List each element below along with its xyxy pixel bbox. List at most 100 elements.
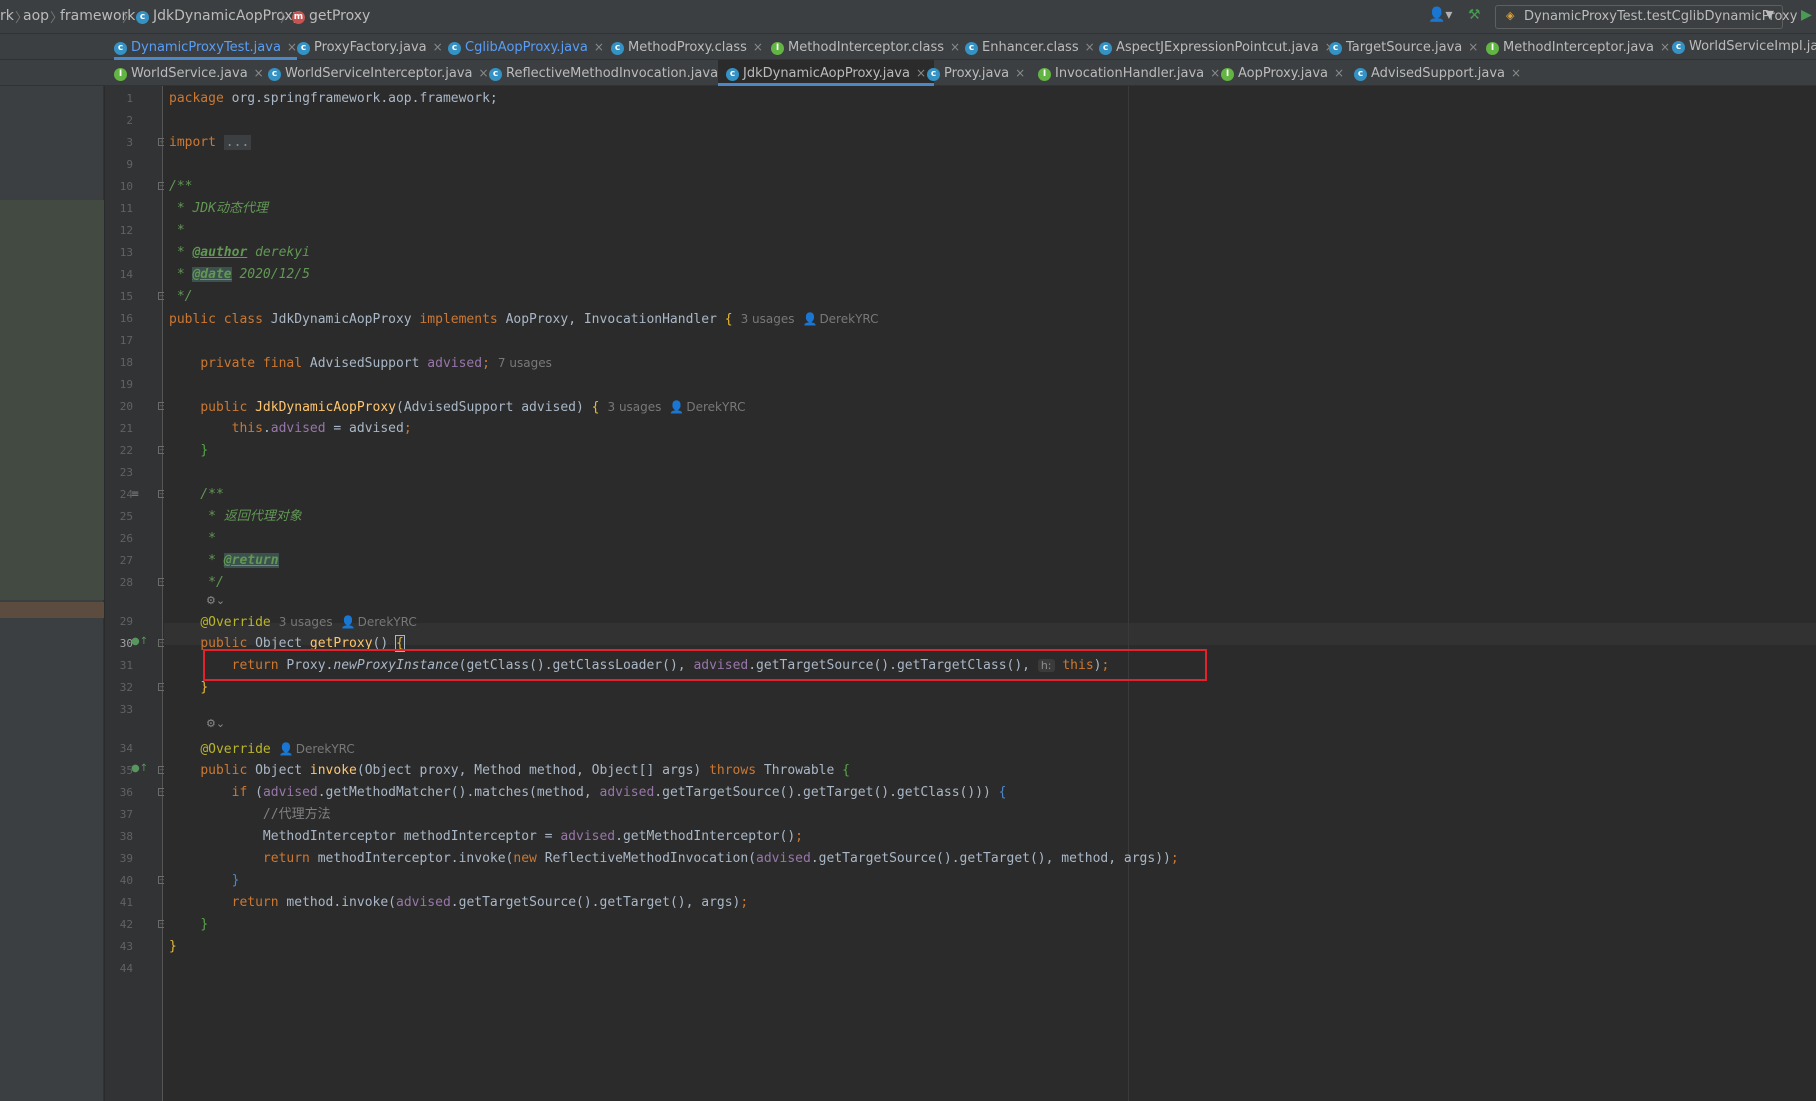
code-line: import ... <box>169 135 252 150</box>
tab-methodinterceptor-java[interactable]: I MethodInterceptor.java × <box>1486 34 1670 60</box>
tab-enhancer[interactable]: c Enhancer.class × <box>965 34 1095 60</box>
code-line: /** <box>169 179 193 194</box>
line-number: 18 <box>119 356 133 369</box>
class-icon: c <box>297 42 310 55</box>
breadcrumb-item[interactable]: aop <box>23 8 49 24</box>
build-hammer-icon[interactable]: ⚒ <box>1468 7 1481 23</box>
editor-gutter[interactable]: 1 2 3 9 10 11 12 13 14 15 16 17 18 19 20… <box>105 86 166 1101</box>
code-editor[interactable]: package org.springframework.aop.framewor… <box>164 86 1816 1101</box>
field-name: advised <box>427 356 483 371</box>
tab-aspectjexpressionpointcut[interactable]: cAspectJExpressionPointcut.java× <box>1099 34 1335 60</box>
code-line: /** <box>169 487 224 502</box>
code-line: if (advised.getMethodMatcher().matches(m… <box>231 785 1007 800</box>
interface-name: AopProxy <box>505 312 569 327</box>
user-icon[interactable]: 👤▾ <box>1428 7 1452 23</box>
tab-label: AspectJExpressionPointcut.java <box>1116 40 1319 55</box>
import-ellipsis[interactable]: ... <box>223 135 252 150</box>
class-icon: c <box>1672 41 1685 54</box>
interface-icon: I <box>1038 68 1051 81</box>
tab-worldserviceimpl[interactable]: c WorldServiceImpl.jav <box>1672 34 1816 60</box>
tab-label: MethodInterceptor.java <box>1503 40 1654 55</box>
interface-icon: I <box>114 68 127 81</box>
tab-methodproxy[interactable]: c MethodProxy.class × <box>611 34 763 60</box>
close-icon[interactable]: × <box>1210 66 1220 80</box>
editor-tabs-row-2: I WorldService.java × c WorldServiceInterce… <box>0 60 1816 86</box>
class-icon: c <box>1354 68 1367 81</box>
breadcrumb-method[interactable]: m getProxy <box>292 8 370 24</box>
project-tree-highlight <box>0 200 104 600</box>
tab-dynamicproxytest[interactable]: c DynamicProxyTest.java × <box>114 34 297 60</box>
usages-hint[interactable]: 7 usages <box>498 356 552 370</box>
author-hint[interactable]: DerekYRC <box>819 312 878 326</box>
code-line: public Object invoke(Object proxy, Metho… <box>200 763 850 778</box>
usages-hint[interactable]: 3 usages <box>279 615 333 629</box>
line-number: 11 <box>119 202 133 215</box>
tab-proxy[interactable]: c Proxy.java × <box>927 60 1025 86</box>
usages-hint[interactable]: 3 usages <box>608 400 662 414</box>
tab-worldserviceinterceptor[interactable]: c WorldServiceInterceptor.java × <box>268 60 489 86</box>
line-number: 32 <box>119 681 133 694</box>
render-doc-icon[interactable]: ≡ <box>131 489 139 500</box>
close-icon[interactable]: × <box>1660 40 1670 54</box>
tab-proxyfactory[interactable]: c ProxyFactory.java × <box>297 34 443 60</box>
tab-cglibaopproxy[interactable]: c CglibAopProxy.java × <box>448 34 604 60</box>
tab-targetsource[interactable]: c TargetSource.java × <box>1329 34 1478 60</box>
line-number: 19 <box>119 378 133 391</box>
tab-worldservice[interactable]: I WorldService.java × <box>114 60 264 86</box>
code-line: */ <box>169 289 193 304</box>
line-number: 44 <box>119 962 133 975</box>
line-number: 29 <box>119 615 133 628</box>
code-lens-icon[interactable]: ⚙⌄ <box>206 594 225 607</box>
close-icon[interactable]: × <box>916 66 926 80</box>
author-hint-icon: 👤 <box>278 742 294 756</box>
class-icon: c <box>448 42 461 55</box>
breadcrumb-item[interactable]: rk <box>0 8 14 24</box>
close-icon[interactable]: × <box>1511 66 1521 80</box>
close-icon[interactable]: × <box>287 40 297 54</box>
code-lens-icon[interactable]: ⚙⌄ <box>206 717 225 730</box>
close-icon[interactable]: × <box>1015 66 1025 80</box>
class-icon: c <box>726 68 739 81</box>
line-number: 9 <box>126 158 133 171</box>
breadcrumb-class[interactable]: c JdkDynamicAopProxy <box>136 8 301 24</box>
close-icon[interactable]: × <box>479 66 489 80</box>
line-number: 31 <box>119 659 133 672</box>
close-icon[interactable]: × <box>254 66 264 80</box>
close-icon[interactable]: × <box>1468 40 1478 54</box>
close-icon[interactable]: × <box>594 40 604 54</box>
tab-jdkdynamicaopproxy[interactable]: c JdkDynamicAopProxy.java × <box>718 60 935 86</box>
run-configuration-select[interactable]: ◈ DynamicProxyTest.testCglibDynamicProxy… <box>1495 5 1797 29</box>
tab-advisedsupport[interactable]: c AdvisedSupport.java × <box>1354 60 1521 86</box>
method-icon: m <box>292 11 305 24</box>
package-name: org.springframework.aop.framework <box>231 91 490 106</box>
close-icon[interactable]: × <box>753 40 763 54</box>
author-hint[interactable]: DerekYRC <box>686 400 745 414</box>
code-line: private final AdvisedSupport advised; 7 u… <box>200 356 552 371</box>
class-icon: c <box>1329 42 1342 55</box>
tab-label: AopProxy.java <box>1238 66 1328 81</box>
implements-method-icon[interactable]: ●↑ <box>131 763 148 774</box>
tab-aopproxy[interactable]: I AopProxy.java × <box>1221 60 1344 86</box>
tab-invocationhandler[interactable]: I InvocationHandler.java × <box>1038 60 1220 86</box>
close-icon[interactable]: × <box>1085 40 1095 54</box>
tab-label: Enhancer.class <box>982 40 1079 55</box>
run-config-icon: ◈ <box>1506 9 1515 22</box>
tab-label: WorldServiceInterceptor.java <box>285 66 473 81</box>
close-icon[interactable]: × <box>950 40 960 54</box>
close-icon[interactable]: × <box>1334 66 1344 80</box>
author-hint[interactable]: DerekYRC <box>296 742 355 756</box>
line-number: 39 <box>119 852 133 865</box>
implements-method-icon[interactable]: ●↑ <box>131 636 148 647</box>
class-icon: c <box>965 42 978 55</box>
chevron-right-icon: 〉 <box>122 11 136 26</box>
run-icon[interactable]: ▶ <box>1801 7 1812 23</box>
author-hint[interactable]: DerekYRC <box>358 615 417 629</box>
line-number: 22 <box>119 444 133 457</box>
class-name: JdkDynamicAopProxy <box>270 312 412 327</box>
tab-label: MethodProxy.class <box>628 40 747 55</box>
close-icon[interactable]: × <box>433 40 443 54</box>
usages-hint[interactable]: 3 usages <box>741 312 795 326</box>
tab-reflectivemethodinvocation[interactable]: cReflectiveMethodInvocation.java× <box>489 60 734 86</box>
code-line: public class JdkDynamicAopProxy implemen… <box>169 312 879 327</box>
tab-methodinterceptor-class[interactable]: I MethodInterceptor.class × <box>771 34 960 60</box>
